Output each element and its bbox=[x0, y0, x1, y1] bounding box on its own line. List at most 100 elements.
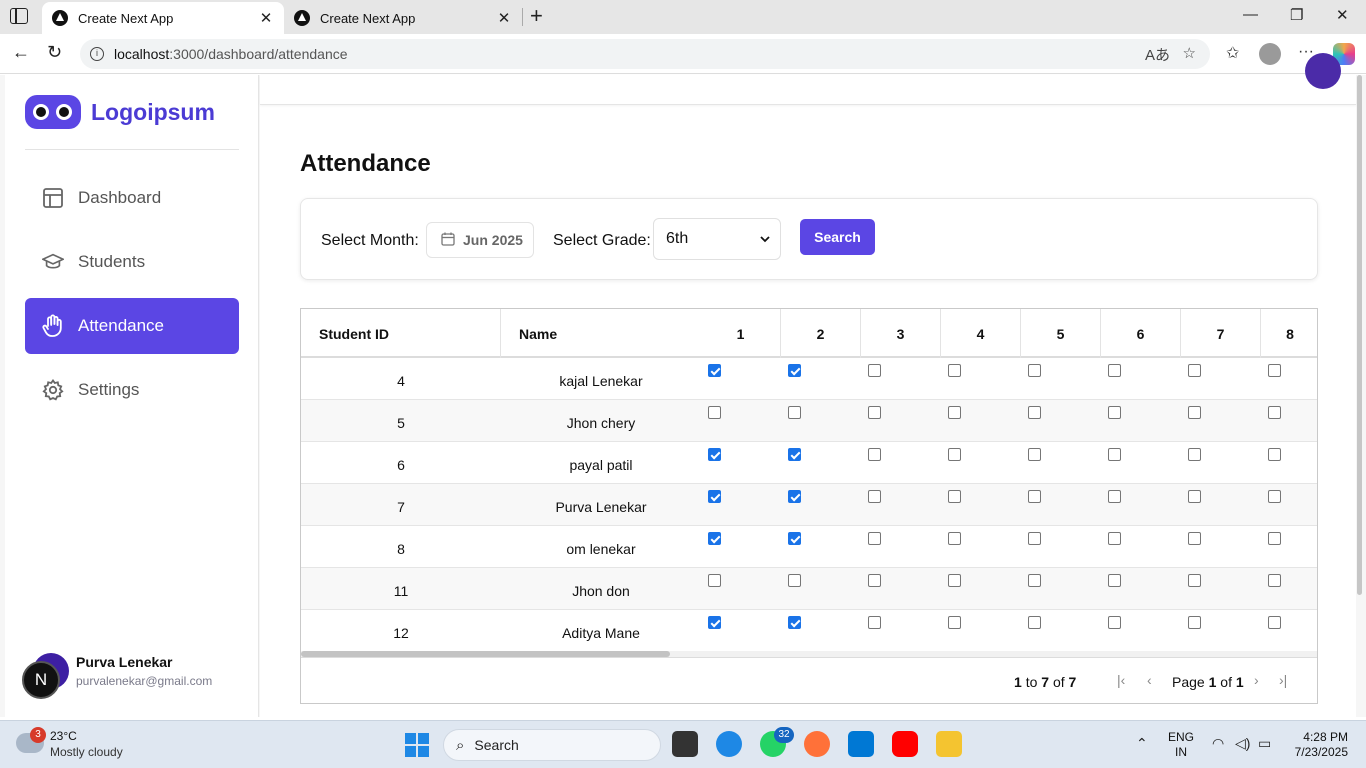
column-header[interactable]: 8 bbox=[1261, 309, 1317, 358]
month-picker-button[interactable]: Jun 2025 bbox=[426, 222, 534, 258]
user-profile[interactable]: N Purva Lenekar purvalenekar@gmail.com bbox=[22, 650, 245, 700]
scrollbar-thumb[interactable] bbox=[1357, 75, 1362, 595]
site-info-icon[interactable]: i bbox=[90, 47, 104, 61]
next-page-icon[interactable]: › bbox=[1254, 672, 1259, 688]
reload-icon[interactable]: ↻ bbox=[47, 42, 62, 63]
attendance-checkbox[interactable] bbox=[788, 574, 801, 587]
attendance-checkbox[interactable] bbox=[708, 574, 721, 587]
sidebar-item-dashboard[interactable]: Dashboard bbox=[25, 170, 239, 226]
attendance-checkbox[interactable] bbox=[788, 364, 801, 377]
attendance-checkbox[interactable] bbox=[948, 532, 961, 545]
attendance-checkbox[interactable] bbox=[708, 616, 721, 629]
attendance-checkbox[interactable] bbox=[868, 574, 881, 587]
close-window-icon[interactable]: ✕ bbox=[1336, 6, 1349, 24]
close-tab-icon[interactable]: ✕ bbox=[256, 9, 276, 27]
column-header[interactable]: 4 bbox=[941, 309, 1021, 358]
column-header[interactable]: 7 bbox=[1181, 309, 1261, 358]
attendance-checkbox[interactable] bbox=[1108, 616, 1121, 629]
previous-page-icon[interactable]: ‹ bbox=[1147, 672, 1152, 688]
profile-avatar-icon[interactable] bbox=[1259, 43, 1281, 65]
attendance-checkbox[interactable] bbox=[1268, 406, 1281, 419]
attendance-checkbox[interactable] bbox=[788, 532, 801, 545]
favorite-star-icon[interactable]: ☆ bbox=[1183, 44, 1196, 62]
attendance-checkbox[interactable] bbox=[1108, 364, 1121, 377]
firefox-icon[interactable] bbox=[804, 731, 830, 757]
attendance-checkbox[interactable] bbox=[708, 364, 721, 377]
attendance-checkbox[interactable] bbox=[868, 532, 881, 545]
attendance-checkbox[interactable] bbox=[1188, 532, 1201, 545]
attendance-checkbox[interactable] bbox=[1268, 364, 1281, 377]
volume-icon[interactable]: ◁) bbox=[1235, 735, 1250, 752]
attendance-checkbox[interactable] bbox=[708, 532, 721, 545]
weather-temperature[interactable]: 23°C bbox=[50, 729, 77, 743]
attendance-checkbox[interactable] bbox=[1268, 616, 1281, 629]
attendance-checkbox[interactable] bbox=[788, 448, 801, 461]
file-explorer-icon[interactable] bbox=[936, 731, 962, 757]
attendance-checkbox[interactable] bbox=[1108, 532, 1121, 545]
back-icon[interactable]: ← bbox=[12, 42, 30, 63]
attendance-checkbox[interactable] bbox=[788, 616, 801, 629]
column-header[interactable]: 3 bbox=[861, 309, 941, 358]
attendance-checkbox[interactable] bbox=[868, 616, 881, 629]
column-header[interactable]: 1 bbox=[701, 309, 781, 358]
attendance-checkbox[interactable] bbox=[1188, 574, 1201, 587]
new-tab-button[interactable]: + bbox=[530, 3, 543, 29]
attendance-checkbox[interactable] bbox=[948, 616, 961, 629]
attendance-checkbox[interactable] bbox=[868, 364, 881, 377]
read-aloud-icon[interactable]: Aあ bbox=[1145, 44, 1170, 65]
language-indicator[interactable]: ENG IN bbox=[1168, 730, 1194, 760]
attendance-checkbox[interactable] bbox=[708, 406, 721, 419]
page-scrollbar[interactable] bbox=[1356, 75, 1364, 595]
url-input[interactable]: i localhost:3000/dashboard/attendance Aあ… bbox=[80, 39, 1210, 69]
attendance-checkbox[interactable] bbox=[1028, 490, 1041, 503]
task-view-icon[interactable] bbox=[672, 731, 698, 757]
attendance-checkbox[interactable] bbox=[1028, 448, 1041, 461]
minimize-icon[interactable]: — bbox=[1243, 6, 1258, 23]
attendance-checkbox[interactable] bbox=[708, 490, 721, 503]
attendance-checkbox[interactable] bbox=[1108, 448, 1121, 461]
attendance-checkbox[interactable] bbox=[1028, 406, 1041, 419]
youtube-icon[interactable] bbox=[892, 731, 918, 757]
attendance-checkbox[interactable] bbox=[708, 448, 721, 461]
attendance-checkbox[interactable] bbox=[1108, 490, 1121, 503]
attendance-checkbox[interactable] bbox=[948, 406, 961, 419]
vscode-icon[interactable] bbox=[848, 731, 874, 757]
chevron-up-icon[interactable]: ⌃ bbox=[1136, 735, 1148, 752]
taskbar-search[interactable]: ⌕ Search bbox=[443, 729, 661, 761]
attendance-checkbox[interactable] bbox=[1188, 364, 1201, 377]
attendance-checkbox[interactable] bbox=[1268, 532, 1281, 545]
close-tab-icon[interactable]: ✕ bbox=[494, 9, 514, 27]
attendance-checkbox[interactable] bbox=[1108, 574, 1121, 587]
attendance-checkbox[interactable] bbox=[868, 490, 881, 503]
clock[interactable]: 4:28 PM 7/23/2025 bbox=[1288, 730, 1348, 760]
wifi-icon[interactable]: ◠ bbox=[1212, 735, 1224, 752]
sidebar-item-students[interactable]: Students bbox=[25, 234, 239, 290]
header-avatar[interactable] bbox=[1305, 53, 1341, 89]
tab-actions-icon[interactable] bbox=[10, 8, 28, 24]
attendance-checkbox[interactable] bbox=[1028, 532, 1041, 545]
restore-icon[interactable]: ❐ bbox=[1290, 6, 1303, 24]
first-page-icon[interactable]: |‹ bbox=[1117, 672, 1125, 688]
attendance-checkbox[interactable] bbox=[948, 448, 961, 461]
column-header[interactable]: 2 bbox=[781, 309, 861, 358]
logo[interactable]: Logoipsum bbox=[25, 95, 215, 129]
attendance-checkbox[interactable] bbox=[1268, 490, 1281, 503]
attendance-checkbox[interactable] bbox=[868, 448, 881, 461]
attendance-checkbox[interactable] bbox=[1268, 448, 1281, 461]
weather-description[interactable]: Mostly cloudy bbox=[50, 745, 123, 759]
sidebar-item-attendance[interactable]: Attendance bbox=[25, 298, 239, 354]
windows-start-icon[interactable] bbox=[405, 733, 429, 757]
favorites-icon[interactable]: ✩ bbox=[1226, 43, 1239, 63]
column-header[interactable]: Student ID bbox=[301, 309, 501, 358]
last-page-icon[interactable]: ›| bbox=[1279, 672, 1287, 688]
battery-icon[interactable]: ▭ bbox=[1258, 735, 1271, 752]
column-header[interactable]: 5 bbox=[1021, 309, 1101, 358]
attendance-checkbox[interactable] bbox=[1188, 448, 1201, 461]
attendance-checkbox[interactable] bbox=[788, 490, 801, 503]
attendance-checkbox[interactable] bbox=[948, 364, 961, 377]
attendance-checkbox[interactable] bbox=[1028, 364, 1041, 377]
browser-tab[interactable]: Create Next App ✕ bbox=[284, 2, 522, 34]
attendance-checkbox[interactable] bbox=[948, 490, 961, 503]
column-header[interactable]: 6 bbox=[1101, 309, 1181, 358]
browser-tab-active[interactable]: Create Next App ✕ bbox=[42, 2, 284, 34]
